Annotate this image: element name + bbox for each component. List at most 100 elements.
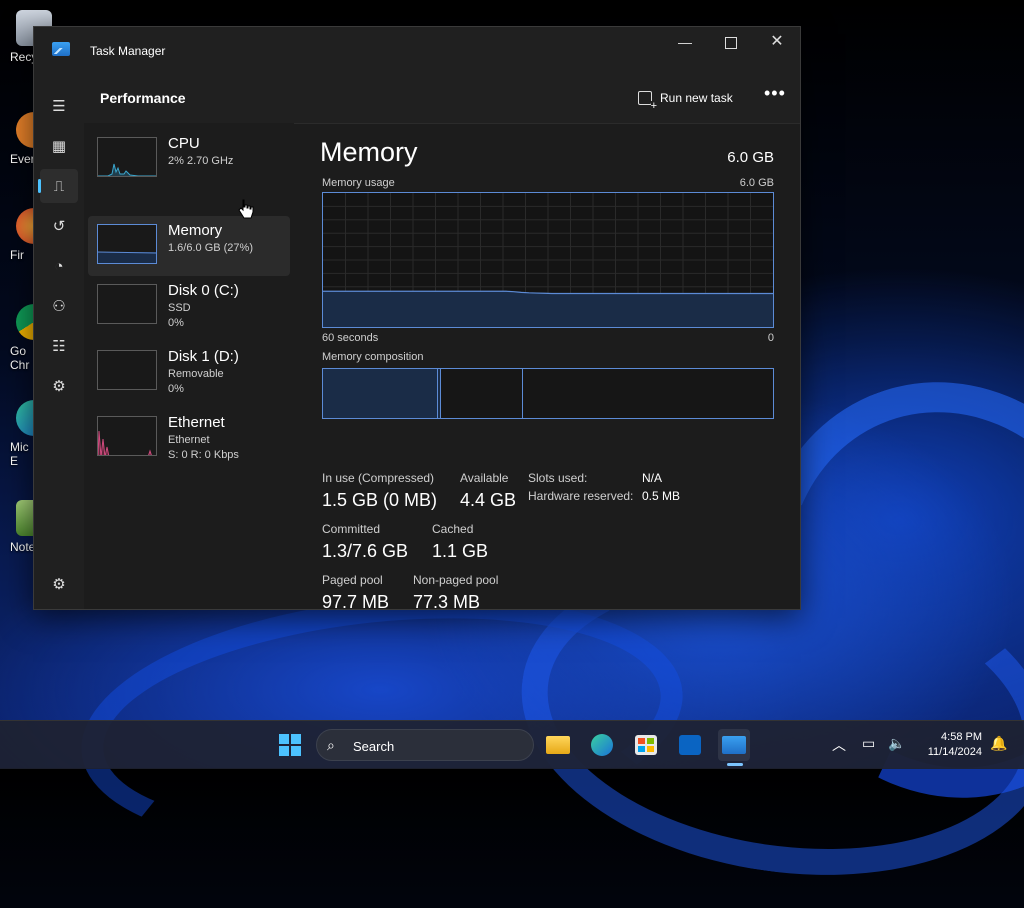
nav-startup-apps[interactable]: ◔ <box>40 249 78 283</box>
hamburger-menu-button[interactable]: ☰ <box>40 89 78 123</box>
cached-label: Cached <box>432 522 474 536</box>
committed-label: Committed <box>322 522 381 536</box>
search-icon: ⌕ <box>327 737 335 753</box>
task-manager-window: Task Manager — ✕ ☰ ▦ ⎍ ↺ ◔ ⚇ ☷ ⚙ ⚙ Perfo… <box>33 26 801 612</box>
nav-services[interactable]: ⚙ <box>40 369 78 403</box>
resource-subtitle-2: S: 0 R: 0 Kbps <box>168 449 239 461</box>
details-icon: ☷ <box>52 338 66 355</box>
run-new-task-label: Run new task <box>660 91 733 105</box>
task-manager-app-icon <box>52 42 70 56</box>
network-icon[interactable]: ▭ <box>862 735 875 752</box>
graph-axis-right: 0 <box>767 332 774 344</box>
maximize-button[interactable] <box>708 27 754 59</box>
cpu-mini-graph <box>98 163 156 176</box>
store-icon <box>635 735 657 755</box>
page-title: Performance <box>100 90 186 106</box>
file-explorer-icon <box>546 736 570 754</box>
taskbar-search[interactable]: ⌕ <box>316 729 534 761</box>
detail-title: Memory <box>320 137 418 167</box>
volume-muted-icon[interactable]: 🔈 <box>888 735 905 752</box>
app-history-icon: ↺ <box>52 218 66 235</box>
taskbar-edge[interactable] <box>586 729 618 761</box>
resource-subtitle: 2% 2.70 GHz <box>168 155 234 167</box>
taskbar-task-manager[interactable] <box>718 729 750 761</box>
resource-item-disk0[interactable]: Disk 0 (C:) SSD 0% <box>88 276 290 336</box>
memory-composition-label: Memory composition <box>322 351 424 363</box>
nav-performance[interactable]: ⎍ <box>38 169 78 203</box>
total-memory: 6.0 GB <box>727 149 774 166</box>
taskbar-file-explorer[interactable] <box>542 729 574 761</box>
performance-icon: ⎍ <box>53 177 65 195</box>
memory-usage-area <box>323 291 773 327</box>
paged-pool-value: 97.7 MB <box>322 592 390 612</box>
clock-date: 11/14/2024 <box>927 746 982 758</box>
resource-item-ethernet[interactable]: Ethernet Ethernet S: 0 R: 0 Kbps <box>88 408 290 468</box>
composition-in-use <box>323 369 438 418</box>
nav-users[interactable]: ⚇ <box>40 289 78 323</box>
memory-usage-label: Memory usage <box>322 177 395 189</box>
nav-details[interactable]: ☷ <box>40 329 78 363</box>
settings-icon: ⚙ <box>52 576 66 593</box>
page-header: Performance Run new task ••• <box>84 73 800 124</box>
nav-processes[interactable]: ▦ <box>40 129 78 163</box>
notifications-icon[interactable]: 🔔 <box>990 735 1007 752</box>
disk0-thumbnail-graph <box>97 284 157 324</box>
search-input[interactable] <box>351 735 525 757</box>
active-app-indicator <box>727 763 743 766</box>
memory-usage-graph <box>322 192 774 328</box>
taskbar-microsoft-store[interactable] <box>630 729 662 761</box>
task-manager-icon <box>722 736 746 754</box>
in-use-label: In use (Compressed) <box>322 471 435 485</box>
resource-item-memory[interactable]: Memory 1.6/6.0 GB (27%) <box>88 216 290 276</box>
composition-standby <box>441 369 523 418</box>
startup-apps-icon: ◔ <box>54 257 64 275</box>
available-value: 4.4 GB <box>460 490 517 510</box>
memory-thumbnail-graph <box>97 224 157 264</box>
clock-time: 4:58 PM <box>941 731 982 743</box>
show-hidden-icons-button[interactable]: ︿ <box>832 735 846 755</box>
graph-axis-left: 60 seconds <box>322 332 379 344</box>
hardware-reserved-label: Hardware reserved: <box>528 489 634 503</box>
resource-item-cpu[interactable]: CPU 2% 2.70 GHz <box>88 129 290 189</box>
clock[interactable]: 4:58 PM 11/14/2024 <box>912 730 982 760</box>
resource-title: CPU <box>168 135 200 152</box>
services-icon: ⚙ <box>52 378 66 395</box>
start-button[interactable] <box>274 729 306 761</box>
non-paged-pool-value: 77.3 MB <box>413 592 481 612</box>
resource-title: Disk 1 (D:) <box>168 348 239 365</box>
nav-settings[interactable]: ⚙ <box>40 567 78 601</box>
run-new-task-button[interactable]: Run new task <box>638 87 733 111</box>
disk1-thumbnail-graph <box>97 350 157 390</box>
performance-resource-list: CPU 2% 2.70 GHz Memory 1.6/6.0 GB (27%) … <box>84 123 294 609</box>
outlook-icon <box>679 735 701 755</box>
resource-subtitle: SSD <box>168 302 191 314</box>
maximize-icon <box>725 37 737 50</box>
resource-title: Disk 0 (C:) <box>168 282 239 299</box>
taskbar-outlook[interactable] <box>674 729 706 761</box>
resource-title: Memory <box>168 222 223 239</box>
resource-subtitle-2: 0% <box>168 317 184 329</box>
paged-pool-label: Paged pool <box>322 573 383 587</box>
close-button[interactable]: ✕ <box>754 27 800 59</box>
users-icon: ⚇ <box>52 298 66 315</box>
memory-composition-bar <box>322 368 774 419</box>
composition-free <box>523 369 773 418</box>
memory-detail-panel: Memory 6.0 GB Memory usage 6.0 GB 60 sec… <box>320 123 780 612</box>
hand-cursor-icon <box>238 199 254 219</box>
cpu-thumbnail-graph <box>97 137 157 177</box>
disk0-mini-graph <box>98 285 157 324</box>
memory-usage-max: 6.0 GB <box>739 177 774 189</box>
non-paged-pool-label: Non-paged pool <box>413 573 499 587</box>
window-title: Task Manager <box>90 44 166 58</box>
available-label: Available <box>460 471 509 485</box>
committed-value: 1.3/7.6 GB <box>322 541 409 561</box>
minimize-button[interactable]: — <box>662 27 708 59</box>
run-task-icon <box>638 91 657 111</box>
taskbar: ⌕ ︿ ▭ 🔈 4:58 PM 11/14/2024 🔔 <box>0 720 1024 769</box>
resource-subtitle-2: 0% <box>168 383 184 395</box>
resource-item-disk1[interactable]: Disk 1 (D:) Removable 0% <box>88 342 290 402</box>
title-bar[interactable]: Task Manager — ✕ <box>34 27 800 73</box>
more-options-button[interactable]: ••• <box>764 83 786 104</box>
resource-subtitle: Ethernet <box>168 434 210 446</box>
nav-app-history[interactable]: ↺ <box>40 209 78 243</box>
